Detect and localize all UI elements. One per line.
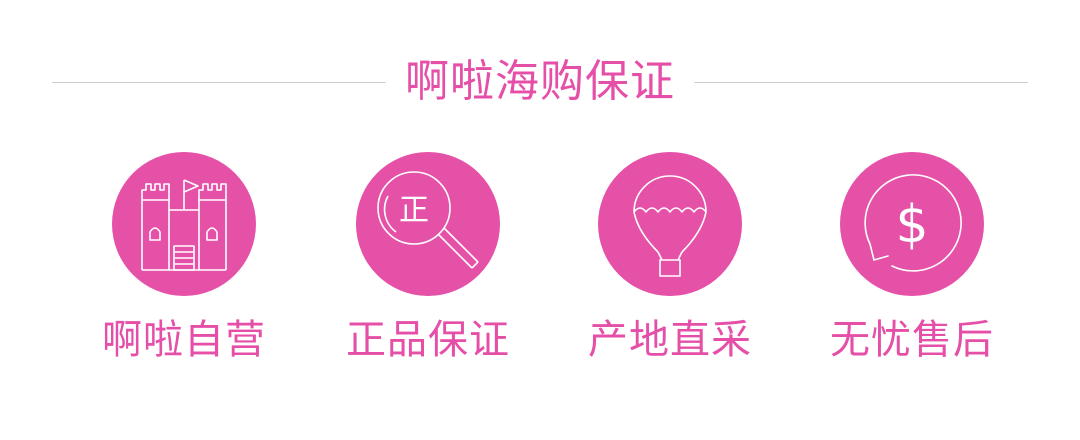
guarantee-features: 啊啦自营 正 正品保证 产地直采 $ 无忧售后 bbox=[0, 152, 1080, 382]
feature-label: 产地直采 bbox=[588, 317, 752, 363]
header-divider-left bbox=[52, 82, 386, 83]
header-divider-right bbox=[694, 82, 1028, 83]
feature-label: 正品保证 bbox=[346, 317, 510, 363]
feature-worry-free-aftersales: $ 无忧售后 bbox=[802, 152, 1022, 382]
dollar-text: $ bbox=[895, 195, 928, 255]
feature-label: 无忧售后 bbox=[830, 317, 994, 363]
section-title: 啊啦海购保证 bbox=[405, 56, 675, 107]
feature-genuine-guarantee: 正 正品保证 bbox=[318, 152, 538, 382]
magnifier-text: 正 bbox=[399, 193, 429, 228]
feature-self-operated: 啊啦自营 bbox=[74, 152, 294, 382]
feature-direct-sourcing: 产地直采 bbox=[560, 152, 780, 382]
feature-label: 啊啦自营 bbox=[102, 317, 266, 363]
castle-icon bbox=[112, 152, 256, 296]
hot-air-balloon-icon bbox=[598, 152, 742, 296]
dollar-refund-icon: $ bbox=[840, 152, 984, 296]
section-header: 啊啦海购保证 bbox=[0, 50, 1080, 114]
magnifier-icon: 正 bbox=[356, 152, 500, 296]
